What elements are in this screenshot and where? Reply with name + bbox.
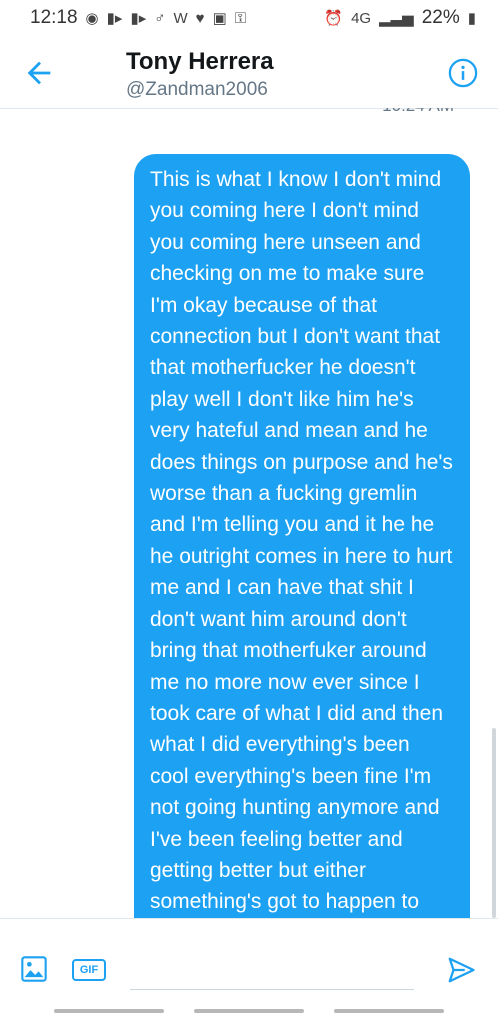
status-bar-left: 12:18 ◉ ▮▸ ▮▸ ♂ W ♥ ▣ ⚿: [30, 7, 246, 29]
contact-handle: @Zandman2006: [126, 79, 268, 100]
nav-home-bar[interactable]: [194, 1008, 304, 1013]
status-bar-right: ⏰ 4G ▂▃▅ 22% ▮: [324, 7, 476, 29]
gif-label: GIF: [79, 964, 99, 976]
male-icon: ♂: [154, 9, 166, 27]
back-arrow-icon[interactable]: [22, 56, 56, 90]
video-icon: ▮▸: [130, 9, 147, 27]
battery-percent: 22%: [421, 7, 460, 28]
conversation-header: Tony Herrera @Zandman2006: [0, 36, 498, 109]
battery-icon: ▮: [467, 9, 476, 27]
message-thread[interactable]: 10:24 AM This is what I know I don't min…: [0, 108, 498, 918]
nav-recents-bar[interactable]: [54, 1008, 164, 1013]
message-timestamp: 10:24 AM: [382, 108, 454, 116]
alarm-icon: ⏰: [324, 9, 344, 27]
signal-icon: ▂▃▅: [379, 9, 414, 27]
network-type: 4G: [351, 9, 372, 27]
heart-icon: ♥: [195, 9, 205, 27]
status-bar: 12:18 ◉ ▮▸ ▮▸ ♂ W ♥ ▣ ⚿ ⏰ 4G ▂▃▅ 22% ▮: [0, 0, 498, 36]
video-icon: ▮▸: [106, 9, 123, 27]
lock-icon: ⚿: [234, 9, 247, 27]
title-block[interactable]: Tony Herrera @Zandman2006: [126, 48, 274, 102]
gif-button[interactable]: GIF: [72, 959, 106, 981]
nav-back-bar[interactable]: [334, 1008, 444, 1013]
message-bubble[interactable]: This is what I know I don't mind you com…: [134, 154, 470, 918]
image-icon[interactable]: [20, 955, 48, 983]
shield-icon: ▣: [212, 9, 227, 27]
status-time: 12:18: [30, 7, 78, 28]
message-composer: GIF: [0, 918, 498, 999]
ghost-icon: ◉: [85, 9, 99, 27]
send-icon[interactable]: [446, 955, 476, 985]
info-icon[interactable]: [448, 58, 478, 88]
scrollbar[interactable]: [492, 728, 496, 918]
system-nav-bar: [0, 998, 498, 1023]
contact-name: Tony Herrera: [126, 48, 274, 75]
w-icon: W: [173, 9, 188, 27]
message-input[interactable]: [130, 951, 414, 990]
